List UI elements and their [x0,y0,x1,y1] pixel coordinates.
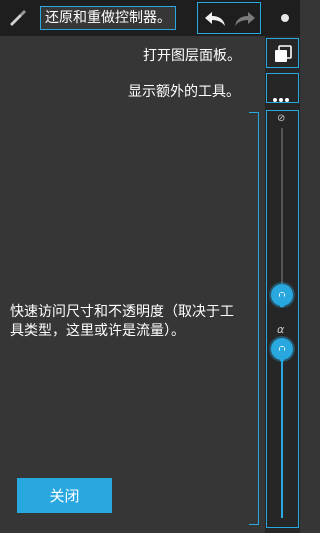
layers-icon [275,45,292,62]
menu-icon[interactable] [281,14,289,22]
close-button[interactable]: 关闭 [17,478,112,513]
extra-tools-hint: 显示额外的工具。 [128,84,240,100]
more-tools-button[interactable] [266,73,299,103]
brush-icon[interactable] [6,6,28,28]
opacity-slider-fill [281,346,283,518]
opacity-slider-thumb[interactable] [271,338,293,361]
slider-bracket [249,112,259,525]
undo-redo-hint: 还原和重做控制器。 [40,6,176,30]
size-slider-thumb[interactable] [271,284,293,307]
size-opacity-hint: 快速访问尺寸和不透明度（取决于工具类型，这里或许是流量）。 [10,304,234,339]
more-icon [273,87,291,106]
redo-icon[interactable] [233,10,257,28]
size-slider-icon: ⊘ [277,113,286,124]
size-slider-track[interactable] [281,128,283,293]
layers-hint: 打开图层面板。 [143,48,241,64]
undo-icon[interactable] [203,10,227,28]
undo-redo-controls [197,2,261,34]
opacity-slider-icon: α [277,323,285,336]
layers-button[interactable] [266,38,299,68]
